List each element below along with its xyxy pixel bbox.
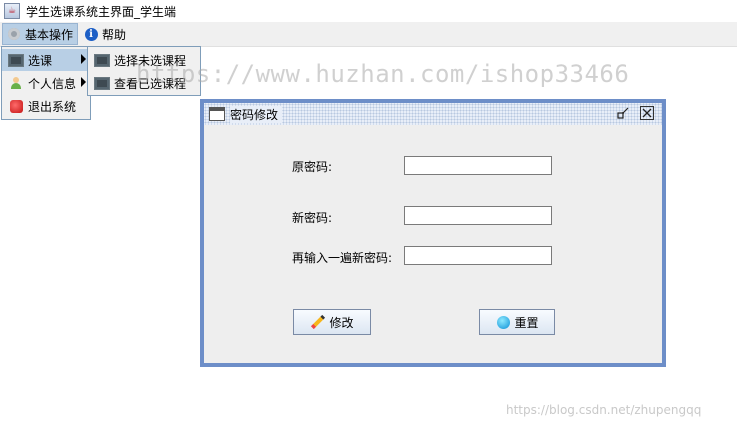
iconify-icon (617, 107, 629, 119)
pencil-icon (310, 314, 326, 330)
menu-item-exit-system-label: 退出系统 (28, 99, 77, 114)
basic-operations-dropdown: 选课 个人信息 退出系统 (1, 46, 91, 120)
menu-item-personal-info[interactable]: 个人信息 (2, 72, 90, 94)
password-change-internal-frame: 密码修改 原密码: 新密码: 再输入一遍新密码: 修改 重置 (200, 99, 666, 367)
old-password-field[interactable] (404, 156, 552, 175)
internal-frame-titlebar[interactable]: 密码修改 (204, 103, 662, 125)
menu-bar: 基本操作 i 帮助 (0, 22, 737, 47)
confirm-password-label: 再输入一遍新密码: (292, 251, 393, 265)
close-button[interactable] (640, 106, 654, 120)
menu-item-personal-info-label: 个人信息 (28, 76, 77, 91)
menu-help-label: 帮助 (102, 27, 127, 42)
old-password-label: 原密码: (292, 160, 333, 174)
window-titlebar: ☕ 学生选课系统主界面_学生端 (0, 0, 737, 22)
password-form: 原密码: 新密码: 再输入一遍新密码: 修改 重置 (204, 125, 662, 363)
info-icon: i (84, 27, 98, 41)
menu-item-course-selection-label: 选课 (28, 53, 53, 68)
corner-watermark: https://blog.csdn.net/zhupengqq (506, 403, 702, 417)
reset-icon (495, 314, 511, 330)
modify-button-label: 修改 (329, 315, 354, 330)
close-icon (642, 108, 652, 118)
java-app-icon: ☕ (4, 3, 20, 19)
menu-help[interactable]: i 帮助 (80, 23, 130, 45)
chalkboard-icon (94, 76, 110, 90)
iconify-button[interactable] (616, 106, 630, 120)
overlay-watermark: https://www.huzhan.com/ishop33466 (136, 60, 630, 88)
chalkboard-icon (8, 53, 24, 67)
window-title: 学生选课系统主界面_学生端 (26, 4, 177, 19)
chalkboard-icon (94, 53, 110, 67)
dialog-title: 密码修改 (230, 105, 283, 123)
window-icon (209, 107, 225, 121)
menu-basic-operations[interactable]: 基本操作 (2, 23, 79, 45)
person-icon (8, 76, 24, 90)
confirm-password-field[interactable] (404, 246, 552, 265)
modify-button[interactable]: 修改 (293, 309, 371, 335)
menu-basic-operations-label: 基本操作 (25, 27, 74, 42)
menu-item-course-selection[interactable]: 选课 (2, 49, 90, 71)
submenu-arrow-icon (81, 77, 86, 87)
gear-icon (7, 27, 21, 41)
reset-button-label: 重置 (514, 315, 539, 330)
menu-item-exit-system[interactable]: 退出系统 (2, 95, 90, 117)
new-password-label: 新密码: (292, 211, 333, 225)
submenu-arrow-icon (81, 54, 86, 64)
reset-button[interactable]: 重置 (479, 309, 555, 335)
stop-icon (8, 99, 24, 113)
new-password-field[interactable] (404, 206, 552, 225)
